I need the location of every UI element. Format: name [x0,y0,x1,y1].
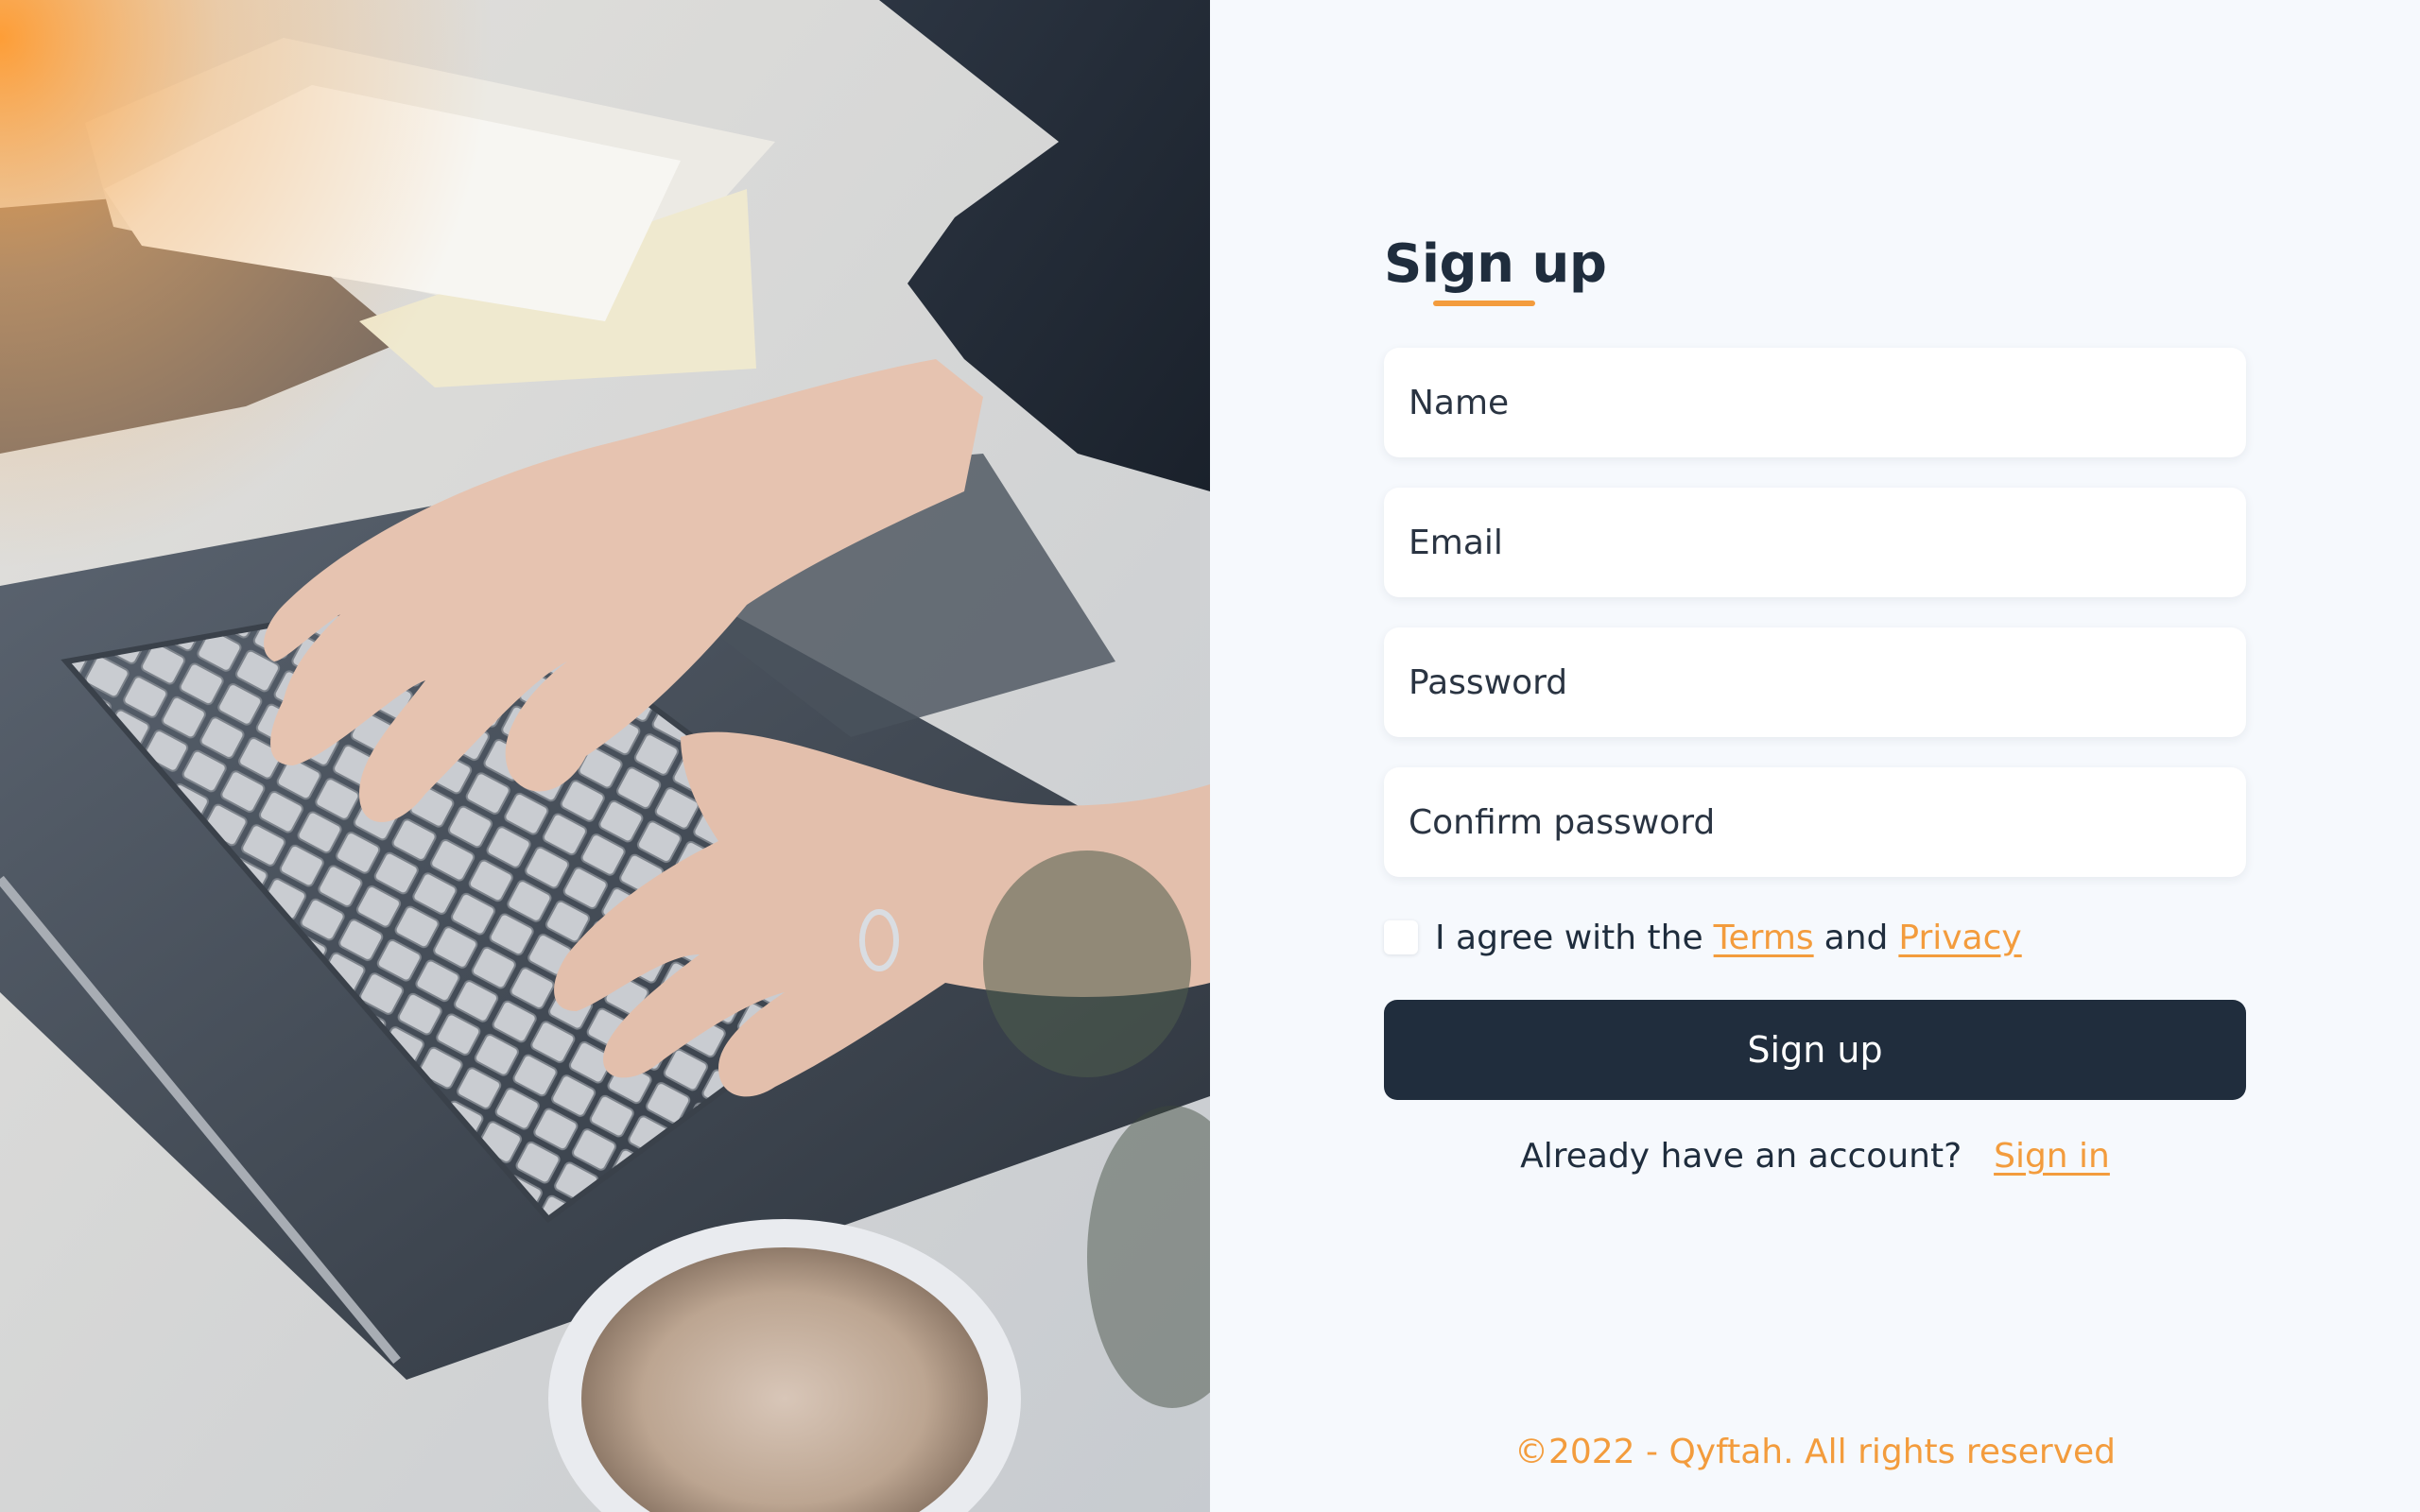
signup-form: Sign up I agree with the Terms and Priva… [1384,231,2246,1181]
privacy-link[interactable]: Privacy [1898,919,2021,957]
name-input[interactable] [1384,348,2246,457]
hero-photo [0,0,1210,1512]
terms-link[interactable]: Terms [1714,919,1814,957]
terms-agreement: I agree with the Terms and Privacy [1384,913,2246,962]
agree-text: I agree with the [1435,918,1703,957]
form-fields [1384,348,2246,877]
page-title: Sign up [1384,233,1607,295]
signup-panel: Sign up I agree with the Terms and Priva… [1210,0,2420,1512]
signup-button[interactable]: Sign up [1384,1000,2246,1100]
password-input[interactable] [1384,627,2246,737]
signin-prompt: Already have an account? Sign in [1384,1132,2246,1181]
confirm-password-input[interactable] [1384,767,2246,877]
email-input[interactable] [1384,488,2246,597]
signin-link[interactable]: Sign in [1994,1137,2110,1176]
agree-joiner: and [1824,918,1889,957]
signup-page: Sign up I agree with the Terms and Priva… [0,0,2420,1512]
footer-copyright: ©2022 - Qyftah. All rights reserved [1513,1433,2117,1471]
agree-checkbox[interactable] [1384,920,1418,954]
title-underline [1433,301,1535,306]
signin-prompt-text: Already have an account? [1520,1137,1962,1176]
laptop-typing-illustration [0,0,1210,1512]
